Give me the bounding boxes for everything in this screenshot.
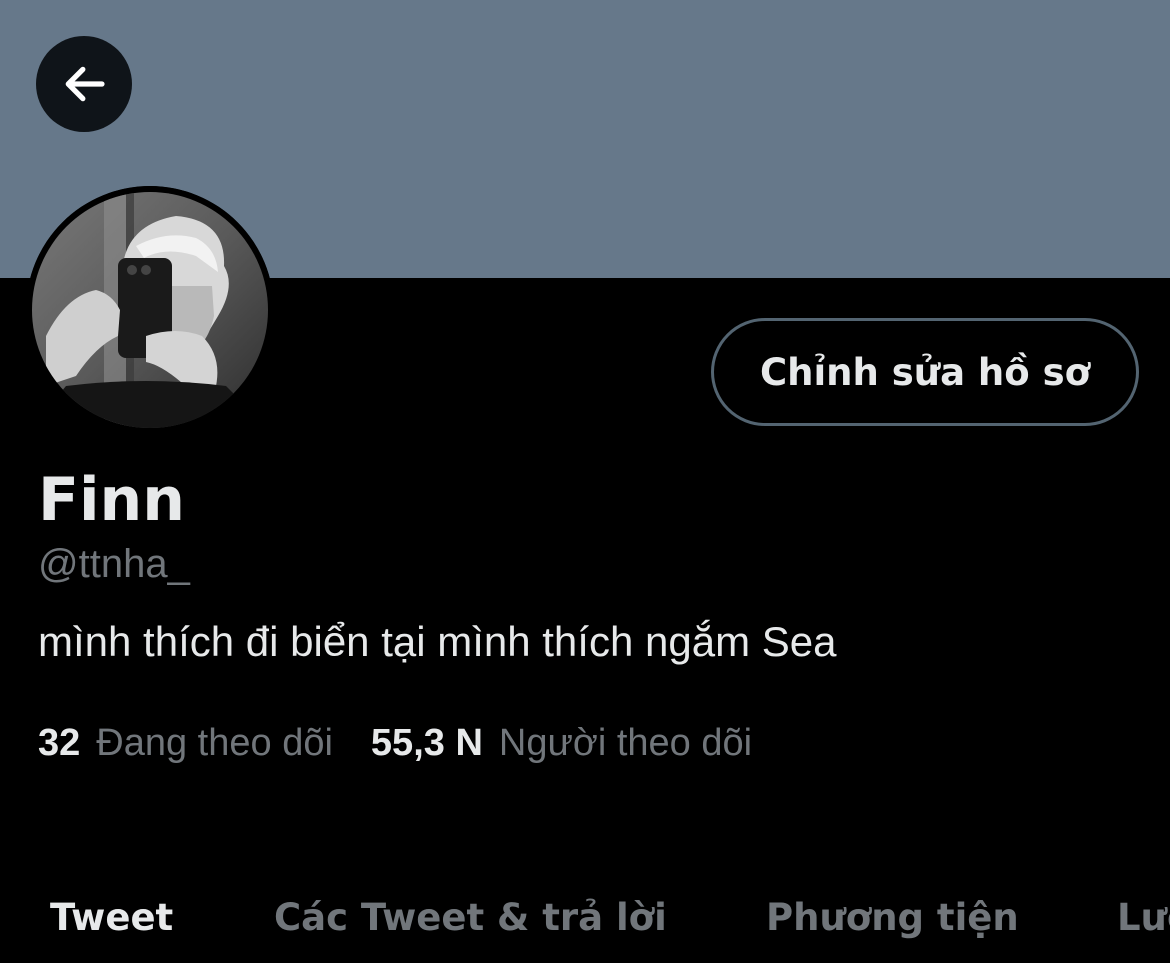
tab-media[interactable]: Phương tiện	[766, 890, 1019, 946]
followers-count: 55,3 N	[370, 721, 483, 764]
following-label: Đang theo dõi	[96, 721, 333, 764]
profile-photo-avatar	[26, 186, 274, 434]
following-count: 32	[38, 721, 81, 764]
following-link[interactable]: 32 Đang theo dõi	[38, 722, 333, 765]
username-handle: @ttnha_	[38, 542, 190, 586]
edit-profile-button[interactable]: Chỉnh sửa hồ sơ	[711, 318, 1139, 426]
profile-page: Chỉnh sửa hồ sơ Finn @ttnha_ mình thích …	[0, 0, 1170, 963]
display-name: Finn	[38, 465, 185, 535]
profile-bio: mình thích đi biển tại mình thích ngắm S…	[38, 618, 837, 665]
followers-link[interactable]: 55,3 N Người theo dõi	[371, 722, 752, 765]
back-button[interactable]	[36, 36, 132, 132]
avatar[interactable]	[26, 186, 274, 434]
arrow-left-icon	[65, 66, 105, 102]
tab-likes[interactable]: Lượt thích	[1117, 890, 1170, 946]
follow-stats: 32 Đang theo dõi 55,3 N Người theo dõi	[38, 716, 752, 770]
tab-tweets[interactable]: Tweet	[50, 890, 173, 946]
tab-tweets-and-replies[interactable]: Các Tweet & trả lời	[274, 890, 667, 946]
followers-label: Người theo dõi	[498, 721, 753, 764]
profile-tabs: Tweet Các Tweet & trả lời Phương tiện Lư…	[0, 880, 1170, 963]
